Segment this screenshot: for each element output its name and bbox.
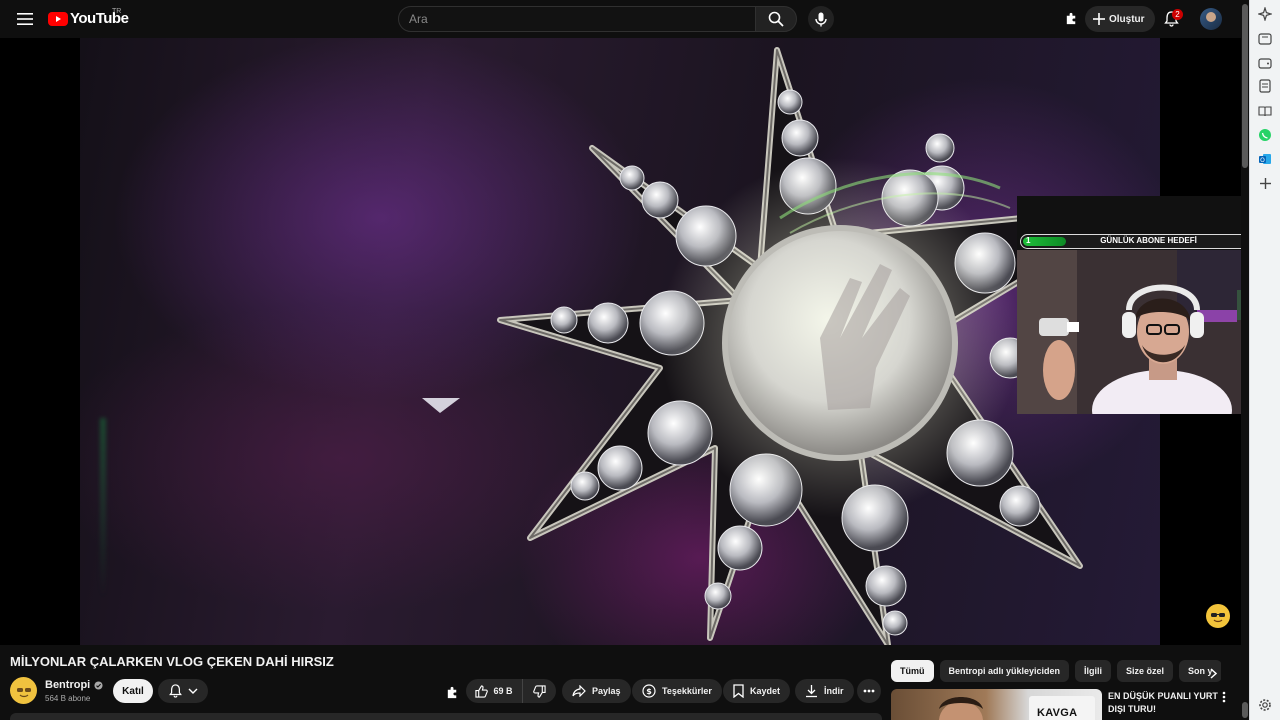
account-avatar[interactable] (1200, 8, 1222, 30)
share-label: Paylaş (592, 686, 621, 696)
verified-badge-icon (94, 680, 103, 690)
related-video-menu-button[interactable] (1217, 690, 1231, 704)
download-label: İndir (824, 686, 844, 696)
create-label: Oluştur (1109, 13, 1145, 25)
search-icon (768, 11, 784, 27)
plus-icon (1093, 13, 1105, 25)
youtube-play-logo-icon (48, 11, 68, 26)
download-icon (806, 685, 817, 698)
notebook-icon (1259, 79, 1271, 93)
chip-for-you[interactable]: Size özel (1117, 660, 1174, 682)
like-button[interactable]: 69 B (466, 679, 523, 703)
whatsapp-icon (1259, 129, 1271, 141)
video-title: MİLYONLAR ÇALARKEN VLOG ÇEKEN DAHİ HIRSI… (10, 654, 334, 669)
side-panel-copilot-button[interactable] (1257, 6, 1273, 22)
country-code: TR (112, 8, 122, 15)
goal-title: GÜNLÜK ABONE HEDEFİ (1100, 236, 1197, 245)
gear-icon (1259, 699, 1271, 711)
sunglasses-face-icon (1209, 607, 1227, 625)
outlook-icon: O (1259, 154, 1271, 164)
subscription-notifications-button[interactable] (158, 679, 208, 703)
subscriber-goal-bar: 1 GÜNLÜK ABONE HEDEFİ 6 (1020, 234, 1277, 249)
join-button[interactable]: Katıl (113, 679, 153, 703)
side-panel-outlook-button[interactable]: O (1257, 151, 1273, 167)
masthead: YouTube TR Oluştur 2 (0, 0, 1248, 38)
bell-icon (168, 684, 182, 698)
side-panel-wallet-button[interactable] (1257, 31, 1273, 47)
thumbs-down-icon (533, 684, 546, 698)
wallet-icon (1258, 58, 1272, 69)
like-count: 69 B (493, 686, 513, 696)
search-button[interactable] (755, 6, 797, 32)
puzzle-icon (447, 686, 456, 698)
ticket-icon (1258, 33, 1272, 45)
create-button[interactable]: Oluştur (1085, 6, 1155, 32)
plus-icon (1259, 177, 1271, 189)
side-panel-notes-button[interactable] (1257, 78, 1273, 94)
scrollbar-thumb[interactable] (1242, 4, 1248, 168)
scrollbar-thumb-lower (1242, 702, 1248, 718)
like-dislike-group: 69 B (466, 679, 556, 703)
save-label: Kaydet (750, 686, 781, 696)
star-jewel-artwork (422, 47, 1148, 645)
chevron-right-icon (1209, 667, 1217, 679)
svg-text:$: $ (646, 687, 652, 696)
channel-name[interactable]: Bentropi (45, 679, 103, 691)
related-video-title[interactable]: EN DÜŞÜK PUANLI YURT DIŞI TURU! (1108, 690, 1218, 716)
search-box (398, 6, 756, 32)
thanks-button[interactable]: $ Teşekkürler (632, 679, 722, 703)
side-panel-whatsapp-button[interactable] (1257, 127, 1273, 143)
channel-name-text: Bentropi (45, 679, 91, 691)
side-panel-settings-button[interactable] (1257, 697, 1273, 713)
side-panel-add-button[interactable] (1257, 175, 1273, 191)
search-input[interactable] (409, 12, 755, 26)
voice-search-button[interactable] (808, 6, 834, 32)
sparkle-icon (1258, 7, 1272, 21)
thumbnail-text: KAVGA (1037, 707, 1078, 719)
chevron-down-icon (188, 688, 197, 694)
chip-all[interactable]: Tümü (891, 660, 934, 682)
download-button[interactable]: İndir (795, 679, 854, 703)
super-thanks-icon: $ (642, 684, 656, 698)
hamburger-menu-icon (17, 13, 33, 25)
channel-avatar[interactable] (10, 677, 37, 704)
svg-text:O: O (1260, 157, 1265, 164)
bookmark-icon (733, 684, 744, 698)
menu-button[interactable] (12, 6, 38, 32)
extension-button[interactable] (1062, 9, 1080, 27)
puzzle-icon (1066, 12, 1075, 24)
more-vertical-icon (1222, 691, 1226, 703)
related-thumbnail-label: KAVGA (1029, 696, 1095, 720)
channel-logo-icon (13, 680, 34, 701)
thanks-label: Teşekkürler (662, 686, 712, 696)
side-panel-reader-button[interactable] (1257, 103, 1273, 119)
chips-next-button[interactable] (1204, 664, 1222, 682)
extension-action-button[interactable] (442, 682, 462, 702)
channel-watermark-icon[interactable] (1206, 604, 1230, 628)
thumbs-up-icon (475, 684, 489, 698)
chip-related[interactable]: İlgili (1075, 660, 1112, 682)
save-button[interactable]: Kaydet (723, 679, 791, 703)
microphone-icon (815, 12, 827, 26)
description-box[interactable] (10, 713, 882, 720)
youtube-watch-page: YouTube TR Oluştur 2 (0, 0, 1280, 720)
book-open-icon (1258, 106, 1272, 117)
share-arrow-icon (572, 685, 586, 697)
subscriber-count: 564 B abone (45, 694, 91, 703)
share-button[interactable]: Paylaş (562, 679, 631, 703)
more-actions-button[interactable] (857, 679, 881, 703)
dislike-button[interactable] (523, 679, 556, 703)
chip-from-uploader[interactable]: Bentropi adlı yükleyiciden (939, 660, 1070, 682)
side-panel-shopping-button[interactable] (1257, 55, 1273, 71)
notification-count-badge: 2 (1172, 9, 1183, 20)
more-horizontal-icon (863, 689, 875, 693)
video-frame (80, 38, 1160, 645)
related-filter-chips: Tümü Bentropi adlı yükleyiciden İlgili S… (891, 660, 1221, 682)
